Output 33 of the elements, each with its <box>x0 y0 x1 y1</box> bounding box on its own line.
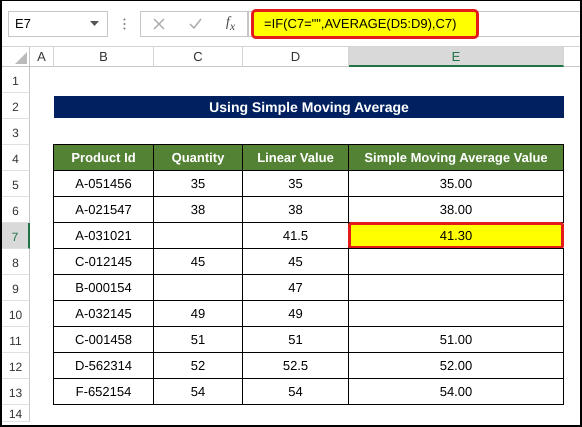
column-header[interactable]: B <box>54 47 154 67</box>
row-header[interactable]: 9 <box>2 275 30 301</box>
row-header[interactable]: 8 <box>2 249 30 275</box>
row-header[interactable]: 14 <box>2 405 30 422</box>
column-heading: Simple Moving Average Value <box>348 144 564 171</box>
column-heading: Linear Value <box>242 144 349 171</box>
column-header[interactable]: A <box>30 47 54 67</box>
more-icon[interactable] <box>123 18 126 30</box>
row-header[interactable]: 10 <box>2 301 30 327</box>
column-header[interactable]: E <box>349 47 564 67</box>
row-header[interactable]: 2 <box>2 93 30 119</box>
select-all-icon[interactable] <box>15 52 27 64</box>
row-header[interactable]: 11 <box>2 327 30 353</box>
caret-icon <box>90 21 99 26</box>
average-value-cell: 54.00 <box>348 378 564 405</box>
row-header[interactable]: 7 <box>2 223 30 249</box>
cancel-icon[interactable] <box>152 18 165 30</box>
column-heading: Product Id <box>53 144 154 171</box>
row-header[interactable]: 3 <box>2 119 30 145</box>
column-heading: Quantity <box>153 144 243 171</box>
product-id-cell: F-652154 <box>53 378 154 405</box>
average-value-cell: 41.30 <box>348 222 564 249</box>
row-header[interactable]: 13 <box>2 379 30 405</box>
insert-function-button[interactable]: f$_{x}$ <box>226 14 235 32</box>
check-icon[interactable] <box>188 18 202 29</box>
row-header[interactable]: 5 <box>2 171 30 197</box>
name-box[interactable]: E7 <box>8 10 108 36</box>
row-header[interactable]: 1 <box>2 67 30 93</box>
row-header[interactable]: 4 <box>2 145 30 171</box>
formula-field[interactable]: =IF(C7="",AVERAGE(D5:D9),C7) <box>251 8 480 38</box>
row-header[interactable]: 12 <box>2 353 30 379</box>
table-title: Using Simple Moving Average <box>54 96 564 118</box>
column-header[interactable]: C <box>154 47 243 67</box>
